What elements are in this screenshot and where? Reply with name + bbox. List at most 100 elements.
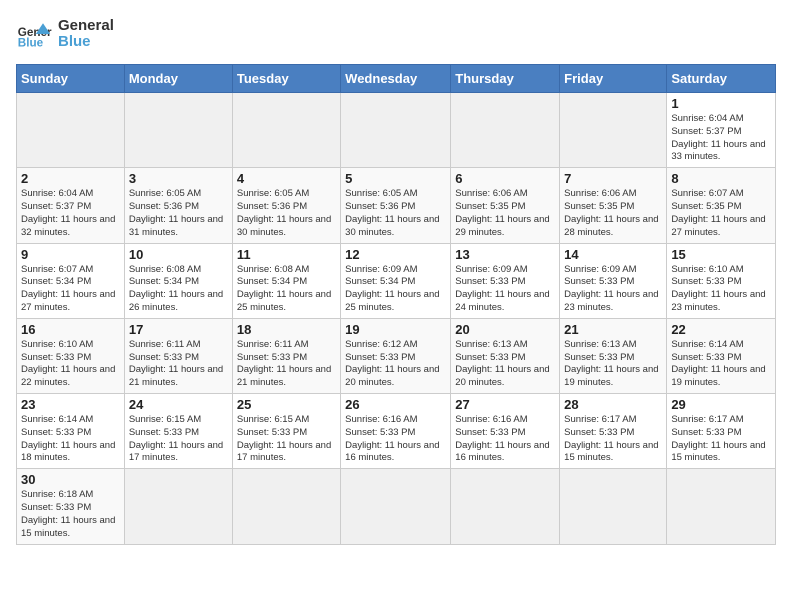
calendar-day: [667, 469, 776, 544]
day-info: Sunrise: 6:05 AMSunset: 5:36 PMDaylight:…: [237, 188, 336, 239]
day-info: Sunrise: 6:14 AMSunset: 5:33 PMDaylight:…: [671, 339, 771, 390]
day-info: Sunrise: 6:17 AMSunset: 5:33 PMDaylight:…: [671, 414, 771, 465]
day-number: 21: [564, 322, 662, 337]
calendar-day: [232, 469, 340, 544]
calendar-day: 26 Sunrise: 6:16 AMSunset: 5:33 PMDayligh…: [341, 394, 451, 469]
calendar-week-6: 30 Sunrise: 6:18 AMSunset: 5:33 PMDayligh…: [17, 469, 776, 544]
calendar-day: 18 Sunrise: 6:11 AMSunset: 5:33 PMDayligh…: [232, 318, 340, 393]
day-info: Sunrise: 6:05 AMSunset: 5:36 PMDaylight:…: [345, 188, 446, 239]
svg-text:Blue: Blue: [18, 37, 44, 50]
day-number: 4: [237, 171, 336, 186]
calendar-day: 11 Sunrise: 6:08 AMSunset: 5:34 PMDayligh…: [232, 243, 340, 318]
calendar-day: [451, 469, 560, 544]
calendar-day: 24Sunrise: 6:15 AMSunset: 5:33 PMDayligh…: [124, 394, 232, 469]
day-info: Sunrise: 6:16 AMSunset: 5:33 PMDaylight:…: [455, 414, 555, 465]
calendar-week-5: 23 Sunrise: 6:14 AMSunset: 5:33 PMDayligh…: [17, 394, 776, 469]
calendar-day: 28 Sunrise: 6:17 AMSunset: 5:33 PMDayligh…: [560, 394, 667, 469]
day-info: Sunrise: 6:17 AMSunset: 5:33 PMDaylight:…: [564, 414, 662, 465]
day-number: 26: [345, 397, 446, 412]
day-info: Sunrise: 6:13 AMSunset: 5:33 PMDaylight:…: [564, 339, 662, 390]
day-info: Sunrise: 6:09 AMSunset: 5:33 PMDaylight:…: [455, 264, 555, 315]
weekday-header-tuesday: Tuesday: [232, 65, 340, 93]
day-info: Sunrise: 6:05 AMSunset: 5:36 PMDaylight:…: [129, 188, 228, 239]
day-number: 17: [129, 322, 228, 337]
calendar-day: [17, 93, 125, 168]
day-number: 11: [237, 247, 336, 262]
calendar-day: 8 Sunrise: 6:07 AMSunset: 5:35 PMDaylight…: [667, 168, 776, 243]
calendar-day: [560, 469, 667, 544]
calendar-day: 5 Sunrise: 6:05 AMSunset: 5:36 PMDaylight…: [341, 168, 451, 243]
day-number: 5: [345, 171, 446, 186]
day-info: Sunrise: 6:09 AMSunset: 5:33 PMDaylight:…: [564, 264, 662, 315]
calendar-day: 6 Sunrise: 6:06 AMSunset: 5:35 PMDaylight…: [451, 168, 560, 243]
calendar-day: [124, 93, 232, 168]
calendar-day: 21 Sunrise: 6:13 AMSunset: 5:33 PMDayligh…: [560, 318, 667, 393]
calendar-day: 1 Sunrise: 6:04 AMSunset: 5:37 PMDaylight…: [667, 93, 776, 168]
day-number: 19: [345, 322, 446, 337]
page-header: General Blue General Blue: [16, 16, 776, 52]
calendar-day: [560, 93, 667, 168]
day-info: Sunrise: 6:14 AMSunset: 5:33 PMDaylight:…: [21, 414, 120, 465]
weekday-header-friday: Friday: [560, 65, 667, 93]
day-number: 18: [237, 322, 336, 337]
logo-icon: General Blue: [16, 16, 52, 52]
weekday-header-wednesday: Wednesday: [341, 65, 451, 93]
day-info: Sunrise: 6:09 AMSunset: 5:34 PMDaylight:…: [345, 264, 446, 315]
calendar-day: 15 Sunrise: 6:10 AMSunset: 5:33 PMDayligh…: [667, 243, 776, 318]
calendar-day: 4 Sunrise: 6:05 AMSunset: 5:36 PMDaylight…: [232, 168, 340, 243]
day-info: Sunrise: 6:18 AMSunset: 5:33 PMDaylight:…: [21, 489, 120, 540]
day-info: Sunrise: 6:11 AMSunset: 5:33 PMDaylight:…: [237, 339, 336, 390]
day-number: 30: [21, 472, 120, 487]
day-info: Sunrise: 6:04 AMSunset: 5:37 PMDaylight:…: [21, 188, 120, 239]
calendar-day: 3Sunrise: 6:05 AMSunset: 5:36 PMDaylight…: [124, 168, 232, 243]
calendar-day: [341, 469, 451, 544]
day-number: 28: [564, 397, 662, 412]
calendar-day: 16 Sunrise: 6:10 AMSunset: 5:33 PMDayligh…: [17, 318, 125, 393]
day-info: Sunrise: 6:16 AMSunset: 5:33 PMDaylight:…: [345, 414, 446, 465]
calendar-day: 25Sunrise: 6:15 AMSunset: 5:33 PMDayligh…: [232, 394, 340, 469]
calendar-day: 22Sunrise: 6:14 AMSunset: 5:33 PMDayligh…: [667, 318, 776, 393]
calendar-day: 30 Sunrise: 6:18 AMSunset: 5:33 PMDayligh…: [17, 469, 125, 544]
weekday-header-row: SundayMondayTuesdayWednesdayThursdayFrid…: [17, 65, 776, 93]
day-number: 12: [345, 247, 446, 262]
day-number: 14: [564, 247, 662, 262]
day-info: Sunrise: 6:11 AMSunset: 5:33 PMDaylight:…: [129, 339, 228, 390]
day-number: 13: [455, 247, 555, 262]
calendar-day: 23 Sunrise: 6:14 AMSunset: 5:33 PMDayligh…: [17, 394, 125, 469]
calendar-table: SundayMondayTuesdayWednesdayThursdayFrid…: [16, 64, 776, 545]
calendar-day: 14 Sunrise: 6:09 AMSunset: 5:33 PMDayligh…: [560, 243, 667, 318]
calendar-day: 12 Sunrise: 6:09 AMSunset: 5:34 PMDayligh…: [341, 243, 451, 318]
calendar-day: [451, 93, 560, 168]
calendar-day: 2Sunrise: 6:04 AMSunset: 5:37 PMDaylight…: [17, 168, 125, 243]
day-number: 9: [21, 247, 120, 262]
calendar-day: [341, 93, 451, 168]
day-number: 29: [671, 397, 771, 412]
day-info: Sunrise: 6:07 AMSunset: 5:35 PMDaylight:…: [671, 188, 771, 239]
calendar-day: 17 Sunrise: 6:11 AMSunset: 5:33 PMDayligh…: [124, 318, 232, 393]
day-info: Sunrise: 6:07 AMSunset: 5:34 PMDaylight:…: [21, 264, 120, 315]
calendar-day: 27 Sunrise: 6:16 AMSunset: 5:33 PMDayligh…: [451, 394, 560, 469]
day-number: 25: [237, 397, 336, 412]
day-info: Sunrise: 6:10 AMSunset: 5:33 PMDaylight:…: [671, 264, 771, 315]
calendar-day: 19 Sunrise: 6:12 AMSunset: 5:33 PMDayligh…: [341, 318, 451, 393]
calendar-week-2: 2Sunrise: 6:04 AMSunset: 5:37 PMDaylight…: [17, 168, 776, 243]
day-number: 15: [671, 247, 771, 262]
logo-blue: Blue: [58, 34, 114, 51]
day-info: Sunrise: 6:10 AMSunset: 5:33 PMDaylight:…: [21, 339, 120, 390]
day-info: Sunrise: 6:08 AMSunset: 5:34 PMDaylight:…: [237, 264, 336, 315]
day-number: 8: [671, 171, 771, 186]
day-number: 27: [455, 397, 555, 412]
day-number: 1: [671, 96, 771, 111]
day-number: 23: [21, 397, 120, 412]
day-info: Sunrise: 6:06 AMSunset: 5:35 PMDaylight:…: [455, 188, 555, 239]
day-info: Sunrise: 6:04 AMSunset: 5:37 PMDaylight:…: [671, 113, 771, 164]
day-number: 16: [21, 322, 120, 337]
day-number: 6: [455, 171, 555, 186]
day-info: Sunrise: 6:12 AMSunset: 5:33 PMDaylight:…: [345, 339, 446, 390]
day-number: 24: [129, 397, 228, 412]
calendar-day: [124, 469, 232, 544]
calendar-day: 20Sunrise: 6:13 AMSunset: 5:33 PMDayligh…: [451, 318, 560, 393]
day-number: 7: [564, 171, 662, 186]
weekday-header-saturday: Saturday: [667, 65, 776, 93]
day-info: Sunrise: 6:06 AMSunset: 5:35 PMDaylight:…: [564, 188, 662, 239]
